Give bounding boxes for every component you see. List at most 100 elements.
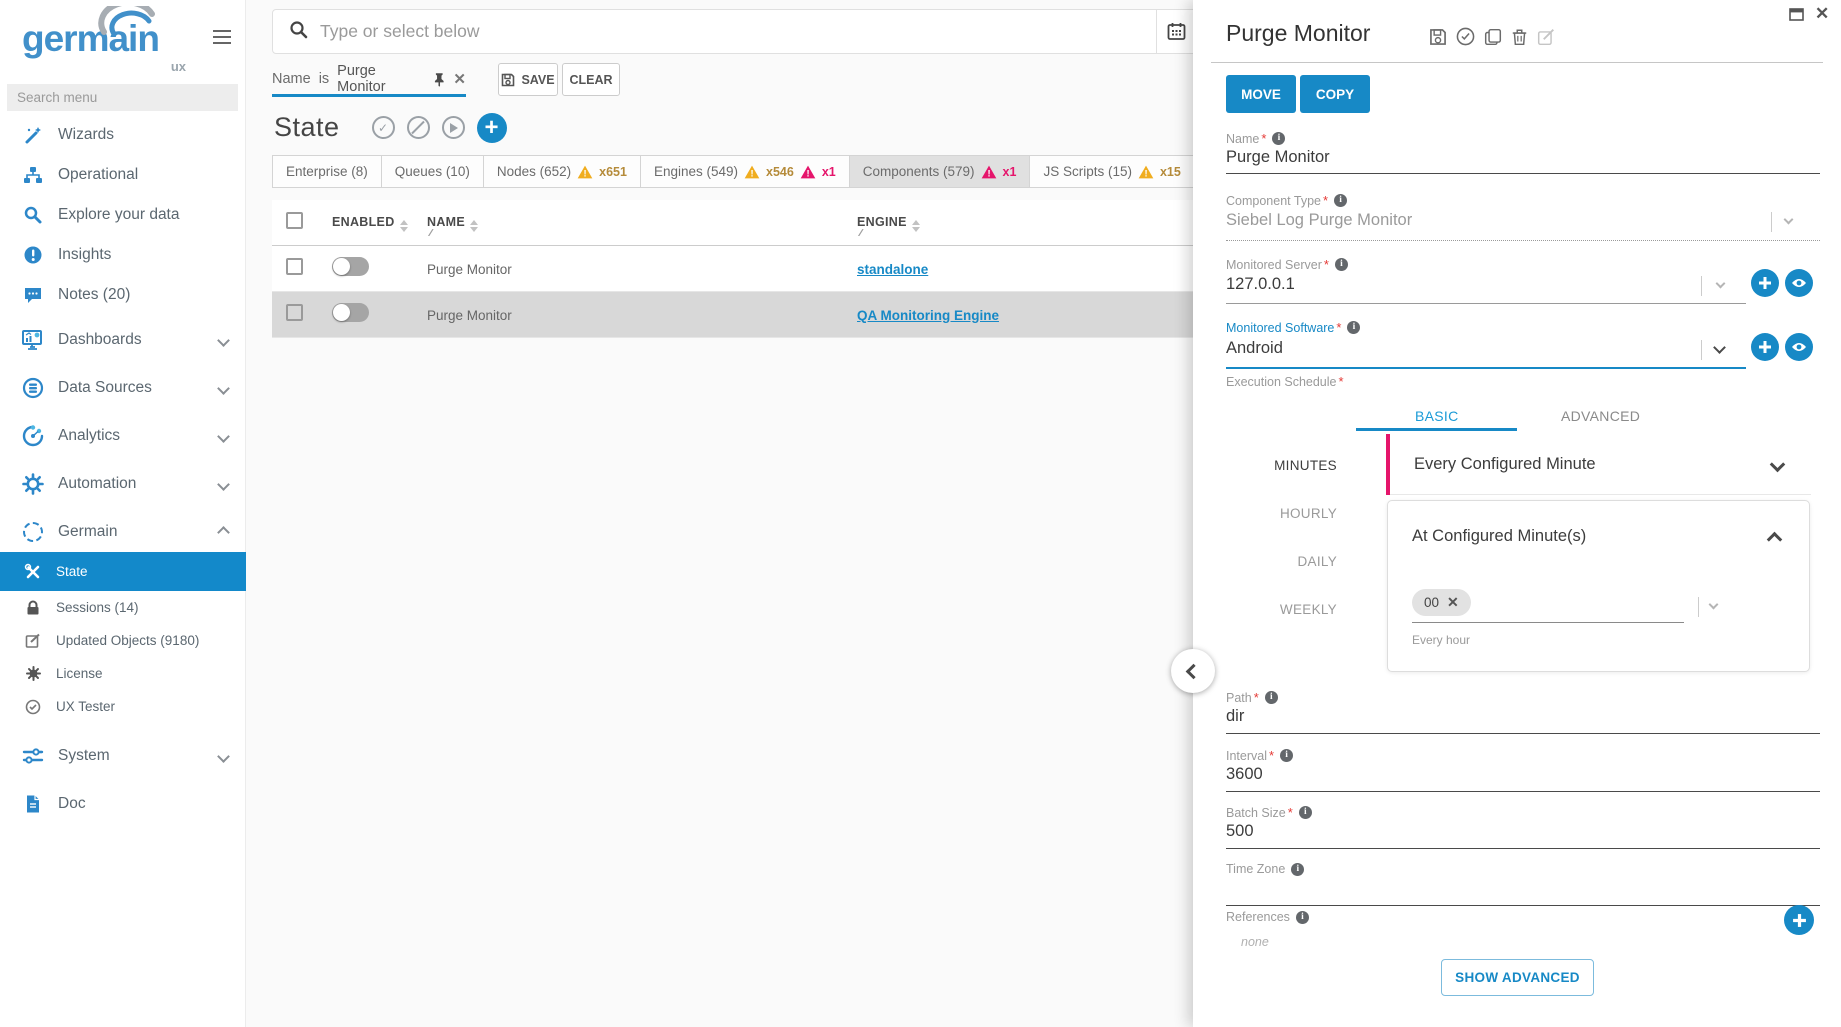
close-panel-button[interactable]: ✕ — [1815, 4, 1829, 24]
tab-components[interactable]: Components (579) !x1 — [850, 156, 1031, 187]
sidebar-search-input[interactable] — [7, 84, 238, 111]
column-resize-handle[interactable] — [860, 228, 861, 239]
view-server-button[interactable] — [1785, 269, 1813, 297]
enable-all-button[interactable]: ✓ — [372, 116, 395, 139]
hamburger-menu-icon[interactable] — [213, 30, 231, 48]
minute-mode-dropdown[interactable]: Every Configured Minute — [1390, 434, 1811, 495]
engine-link[interactable]: QA Monitoring Engine — [857, 308, 999, 323]
info-icon[interactable] — [1272, 132, 1285, 145]
tab-nodes[interactable]: Nodes (652) !x651 — [484, 156, 641, 187]
field-underline — [1226, 733, 1820, 734]
chevron-left-icon — [1185, 663, 1201, 679]
app-root: germain ux Wizards Operational Explore y… — [0, 0, 1841, 1027]
add-server-button[interactable] — [1751, 269, 1779, 297]
maximize-button[interactable] — [1789, 8, 1804, 26]
sidebar-item-updated-objects[interactable]: Updated Objects (9180) — [0, 624, 246, 657]
sidebar-item-ux-tester[interactable]: UX Tester — [0, 690, 246, 723]
save-icon[interactable] — [1429, 28, 1447, 46]
germain-logo: germain ux — [22, 10, 182, 68]
sidebar-item-data-sources[interactable]: Data Sources — [0, 368, 246, 408]
column-header-engine[interactable]: ENGINE — [857, 215, 920, 232]
monitored-software-select[interactable] — [1226, 339, 1666, 358]
sidebar-item-operational[interactable]: Operational — [0, 155, 246, 195]
move-button[interactable]: MOVE — [1226, 75, 1296, 113]
run-button[interactable] — [442, 116, 465, 139]
add-component-button[interactable]: + — [477, 113, 507, 143]
info-icon[interactable] — [1334, 194, 1347, 207]
schedule-option-hourly[interactable]: HOURLY — [1227, 506, 1337, 521]
info-icon[interactable] — [1335, 258, 1348, 271]
name-field-input[interactable] — [1226, 148, 1786, 167]
sidebar-item-license[interactable]: License — [0, 657, 246, 690]
panel-collapse-button[interactable] — [1171, 649, 1215, 693]
schedule-tab-basic[interactable]: BASIC — [1415, 408, 1459, 424]
info-icon[interactable] — [1296, 911, 1309, 924]
sidebar-item-sessions[interactable]: Sessions (14) — [0, 591, 246, 624]
sidebar-item-insights[interactable]: Insights — [0, 235, 246, 275]
monitored-server-select[interactable] — [1226, 275, 1666, 294]
svg-text:!: ! — [987, 168, 990, 178]
enabled-toggle[interactable] — [332, 257, 369, 276]
filter-chip[interactable]: Name is Purge Monitor ✕ — [272, 64, 466, 97]
time-zone-input[interactable] — [1226, 878, 1786, 897]
sidebar-item-dashboards[interactable]: Dashboards — [0, 320, 246, 360]
chevron-up-icon[interactable] — [1767, 532, 1783, 548]
chevron-down-icon[interactable] — [1709, 600, 1719, 610]
sidebar-item-analytics[interactable]: Analytics — [0, 416, 246, 456]
schedule-option-weekly[interactable]: WEEKLY — [1227, 602, 1337, 617]
enabled-toggle[interactable] — [332, 303, 369, 322]
sidebar-item-doc[interactable]: Doc — [0, 784, 246, 824]
column-header-name[interactable]: NAME — [427, 215, 857, 232]
path-input[interactable] — [1226, 707, 1786, 726]
remove-chip-icon[interactable]: ✕ — [1447, 594, 1459, 611]
column-header-enabled[interactable]: ENABLED — [332, 215, 427, 232]
row-checkbox[interactable] — [286, 304, 303, 321]
copy-button[interactable]: COPY — [1300, 75, 1370, 113]
pin-icon[interactable] — [433, 72, 446, 87]
tab-enterprise[interactable]: Enterprise (8) — [273, 156, 382, 187]
engine-link[interactable]: standalone — [857, 262, 928, 277]
add-software-button[interactable] — [1751, 333, 1779, 361]
sidebar-item-wizards[interactable]: Wizards — [0, 115, 246, 155]
edit-icon[interactable] — [1537, 28, 1555, 46]
info-icon[interactable] — [1347, 321, 1360, 334]
top-search-input[interactable] — [320, 21, 1156, 42]
schedule-option-daily[interactable]: DAILY — [1227, 554, 1337, 569]
sidebar-item-germain[interactable]: Germain — [0, 512, 246, 552]
column-resize-handle[interactable] — [430, 228, 431, 239]
add-reference-button[interactable] — [1784, 905, 1814, 935]
info-icon[interactable] — [1280, 749, 1293, 762]
save-filter-button[interactable]: SAVE — [498, 63, 558, 96]
delete-icon[interactable] — [1511, 28, 1528, 46]
disable-all-button[interactable] — [407, 116, 430, 139]
schedule-option-minutes[interactable]: MINUTES — [1227, 458, 1337, 473]
info-icon[interactable] — [1299, 806, 1312, 819]
tab-queues[interactable]: Queues (10) — [382, 156, 484, 187]
filter-remove-icon[interactable]: ✕ — [453, 70, 466, 88]
calendar-button[interactable] — [1156, 10, 1196, 53]
tab-js-scripts[interactable]: JS Scripts (15) !x15 — [1030, 156, 1194, 187]
sidebar-item-notes[interactable]: Notes (20) — [0, 275, 246, 315]
view-software-button[interactable] — [1785, 333, 1813, 361]
chevron-down-icon[interactable] — [1716, 279, 1726, 289]
select-all-checkbox[interactable] — [286, 212, 303, 229]
sidebar-item-explore-your-data[interactable]: Explore your data — [0, 195, 246, 235]
interval-input[interactable] — [1226, 765, 1786, 784]
schedule-tab-advanced[interactable]: ADVANCED — [1561, 408, 1640, 424]
duplicate-icon[interactable] — [1484, 28, 1502, 46]
sidebar-item-state[interactable]: State — [0, 552, 246, 591]
info-icon[interactable] — [1265, 691, 1278, 704]
sidebar-item-system[interactable]: System — [0, 736, 246, 776]
info-icon[interactable] — [1291, 863, 1304, 876]
component-type-select[interactable] — [1226, 211, 1746, 230]
name-field-label: Name — [1226, 131, 1285, 146]
validate-icon[interactable] — [1456, 27, 1475, 46]
sidebar-item-automation[interactable]: Automation — [0, 464, 246, 504]
batch-size-input[interactable] — [1226, 822, 1786, 841]
chevron-down-icon[interactable] — [1784, 215, 1794, 225]
tab-engines[interactable]: Engines (549) !x546 !x1 — [641, 156, 850, 187]
row-checkbox[interactable] — [286, 258, 303, 275]
chevron-down-icon[interactable] — [1713, 341, 1726, 354]
clear-filter-button[interactable]: CLEAR — [562, 63, 620, 96]
show-advanced-button[interactable]: SHOW ADVANCED — [1441, 959, 1594, 996]
